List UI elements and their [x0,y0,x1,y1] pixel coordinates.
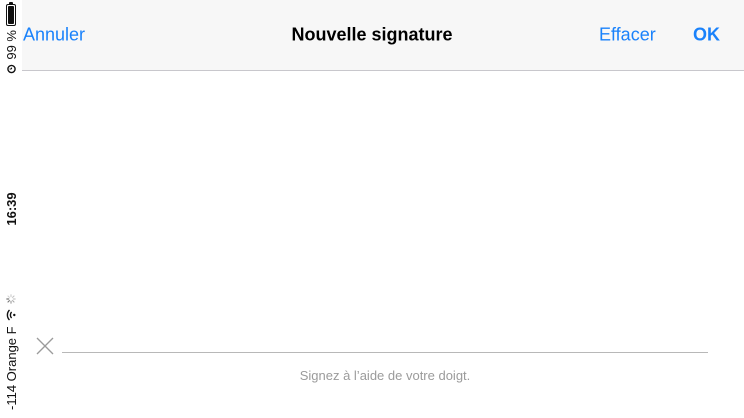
status-bar: -114 Orange F 16:39 99 % [0,0,22,418]
status-bar-content: -114 Orange F 16:39 99 % [0,0,22,418]
clear-button[interactable]: Effacer [599,25,656,46]
navigation-bar: Annuler Nouvelle signature Effacer OK [22,0,744,71]
wifi-icon [4,309,19,321]
x-mark-icon [35,337,55,355]
carrier-label: -114 Orange F [3,326,19,410]
signature-canvas[interactable] [22,71,744,418]
signature-baseline [62,352,708,353]
ok-button[interactable]: OK [693,25,720,46]
status-bar-left: -114 Orange F [4,260,19,418]
battery-icon [6,4,16,26]
loading-spinner-icon [4,294,19,305]
clock-time: 16:39 [3,192,19,226]
signature-hint: Signez à l’aide de votre doigt. [299,368,471,383]
alarm-icon [4,64,19,74]
battery-fill [8,6,14,24]
screen: -114 Orange F 16:39 99 % Annuler Nouvell… [0,0,744,418]
